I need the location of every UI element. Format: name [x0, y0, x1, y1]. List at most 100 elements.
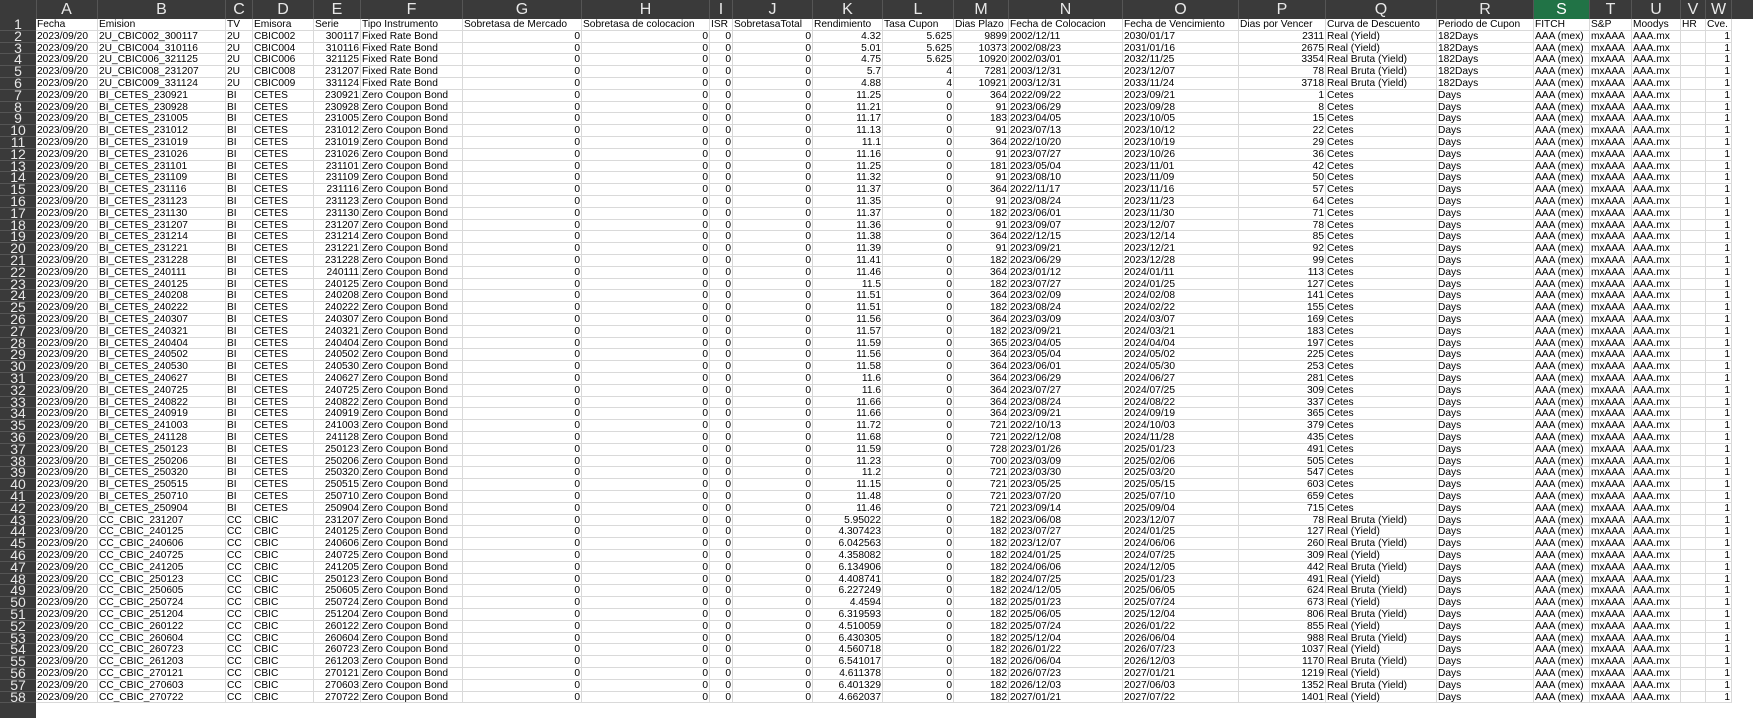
table-cell[interactable]: CETES — [253, 219, 314, 232]
table-cell[interactable]: 2023/09/28 — [1123, 101, 1239, 114]
table-cell[interactable]: 505 — [1239, 455, 1326, 468]
table-cell[interactable]: 4 — [883, 78, 954, 90]
table-cell[interactable]: BI_CETES_240530 — [98, 361, 226, 373]
table-cell[interactable]: AAA.mx — [1632, 54, 1681, 67]
table-cell[interactable]: 0 — [883, 609, 954, 621]
table-cell[interactable]: Zero Coupon Bond — [361, 266, 463, 279]
table-cell[interactable]: Days — [1437, 668, 1534, 680]
table-cell[interactable]: 0 — [733, 420, 813, 432]
table-cell[interactable]: 0 — [582, 207, 710, 220]
table-cell[interactable]: 0 — [883, 219, 954, 232]
table-cell[interactable]: CETES — [253, 420, 314, 432]
table-cell[interactable]: 0 — [733, 502, 813, 515]
table-cell[interactable]: Real Bruta (Yield) — [1326, 656, 1437, 668]
table-cell[interactable]: Zero Coupon Bond — [361, 231, 463, 244]
table-cell[interactable]: Days — [1437, 620, 1534, 633]
table-cell[interactable]: 1 — [1706, 266, 1732, 279]
table-cell[interactable]: Days — [1437, 113, 1534, 126]
table-cell[interactable]: 182 — [954, 255, 1009, 267]
table-cell[interactable]: 2023/12/07 — [1123, 219, 1239, 232]
table-cell[interactable]: 2023/09/20 — [36, 526, 98, 539]
table-cell[interactable]: 0 — [710, 632, 733, 645]
table-cell[interactable]: mxAAA — [1590, 632, 1632, 645]
table-cell[interactable]: Zero Coupon Bond — [361, 679, 463, 692]
table-cell[interactable]: 0 — [582, 396, 710, 409]
table-cell[interactable]: 2025/07/24 — [1009, 620, 1123, 633]
header-cell[interactable]: Sobretasa de colocacion — [582, 19, 710, 31]
table-cell[interactable]: Zero Coupon Bond — [361, 148, 463, 161]
table-cell[interactable]: 0 — [733, 479, 813, 491]
table-cell[interactable]: 2023/09/20 — [36, 207, 98, 220]
table-cell[interactable]: BI_CETES_250904 — [98, 502, 226, 515]
table-cell[interactable]: AAA.mx — [1632, 620, 1681, 633]
table-cell[interactable]: 0 — [733, 538, 813, 550]
table-cell[interactable]: AAA (mex) — [1534, 573, 1590, 586]
table-cell[interactable]: AAA (mex) — [1534, 160, 1590, 173]
header-cell[interactable]: Periodo de Cupon — [1437, 19, 1534, 31]
table-cell[interactable]: mxAAA — [1590, 550, 1632, 562]
table-cell[interactable]: 1 — [1706, 148, 1732, 161]
table-cell[interactable]: 1 — [1706, 66, 1732, 78]
table-cell[interactable]: 0 — [582, 420, 710, 432]
table-cell[interactable]: Zero Coupon Bond — [361, 573, 463, 586]
table-cell[interactable]: Days — [1437, 219, 1534, 232]
table-cell[interactable]: 231123 — [314, 196, 361, 208]
table-cell[interactable]: 2023/09/20 — [36, 361, 98, 373]
table-cell[interactable]: 0 — [733, 243, 813, 255]
table-cell[interactable]: Days — [1437, 231, 1534, 244]
table-cell[interactable]: 0 — [582, 160, 710, 173]
table-cell[interactable]: 36 — [1239, 148, 1326, 161]
header-cell[interactable]: Tipo Instrumento — [361, 19, 463, 31]
table-cell[interactable]: Cetes — [1326, 148, 1437, 161]
table-cell[interactable]: Zero Coupon Bond — [361, 691, 463, 704]
table-cell[interactable]: 2023/09/20 — [36, 644, 98, 657]
table-cell[interactable]: 0 — [733, 396, 813, 409]
table-cell[interactable]: 260122 — [314, 620, 361, 633]
table-cell[interactable]: AAA.mx — [1632, 408, 1681, 421]
header-cell[interactable]: Dias por Vencer — [1239, 19, 1326, 31]
table-cell[interactable]: AAA.mx — [1632, 432, 1681, 444]
table-cell[interactable]: mxAAA — [1590, 491, 1632, 503]
table-cell[interactable]: CC — [226, 573, 253, 586]
table-cell[interactable]: AAA.mx — [1632, 196, 1681, 208]
table-cell[interactable]: 0 — [710, 219, 733, 232]
table-cell[interactable]: AAA.mx — [1632, 66, 1681, 78]
table-cell[interactable]: 0 — [883, 502, 954, 515]
table-cell[interactable]: 0 — [710, 491, 733, 503]
column-header-i[interactable]: I — [710, 0, 733, 19]
table-cell[interactable]: CETES — [253, 337, 314, 350]
table-cell[interactable]: 2023/09/20 — [36, 196, 98, 208]
table-cell[interactable]: BI_CETES_231116 — [98, 184, 226, 196]
table-cell[interactable]: 2024/06/06 — [1123, 538, 1239, 550]
table-cell[interactable]: mxAAA — [1590, 561, 1632, 574]
table-cell[interactable]: 337 — [1239, 396, 1326, 409]
table-cell[interactable]: 2675 — [1239, 42, 1326, 55]
table-cell[interactable]: 2U — [226, 42, 253, 55]
table-cell[interactable]: AAA.mx — [1632, 30, 1681, 43]
table-cell[interactable]: 2023/09/21 — [1123, 89, 1239, 102]
table-cell[interactable]: 0 — [733, 561, 813, 574]
table-cell[interactable]: 0 — [883, 302, 954, 314]
table-cell[interactable]: 2023/09/20 — [36, 314, 98, 326]
table-cell[interactable]: Real (Yield) — [1326, 30, 1437, 43]
table-cell[interactable]: 0 — [883, 384, 954, 397]
table-cell[interactable]: BI_CETES_231026 — [98, 148, 226, 161]
table-cell[interactable]: 1 — [1706, 679, 1732, 692]
table-cell[interactable]: 1 — [1706, 443, 1732, 456]
table-cell[interactable]: BI_CETES_231123 — [98, 196, 226, 208]
table-cell[interactable]: mxAAA — [1590, 396, 1632, 409]
table-cell[interactable]: 2023/02/09 — [1009, 290, 1123, 303]
table-cell[interactable]: AAA.mx — [1632, 668, 1681, 680]
table-cell[interactable]: Zero Coupon Bond — [361, 479, 463, 491]
table-cell[interactable]: 11.58 — [813, 361, 883, 373]
table-cell[interactable]: 2024/02/08 — [1123, 290, 1239, 303]
table-cell[interactable]: 0 — [883, 514, 954, 527]
table-cell[interactable]: 253 — [1239, 361, 1326, 373]
table-cell[interactable]: 91 — [954, 101, 1009, 114]
table-cell[interactable]: mxAAA — [1590, 89, 1632, 102]
table-cell[interactable]: BI — [226, 125, 253, 137]
table-cell[interactable]: 240502 — [314, 349, 361, 362]
table-cell[interactable]: 251204 — [314, 609, 361, 621]
table-cell[interactable]: 0 — [883, 184, 954, 196]
table-cell[interactable]: Fixed Rate Bond — [361, 30, 463, 43]
